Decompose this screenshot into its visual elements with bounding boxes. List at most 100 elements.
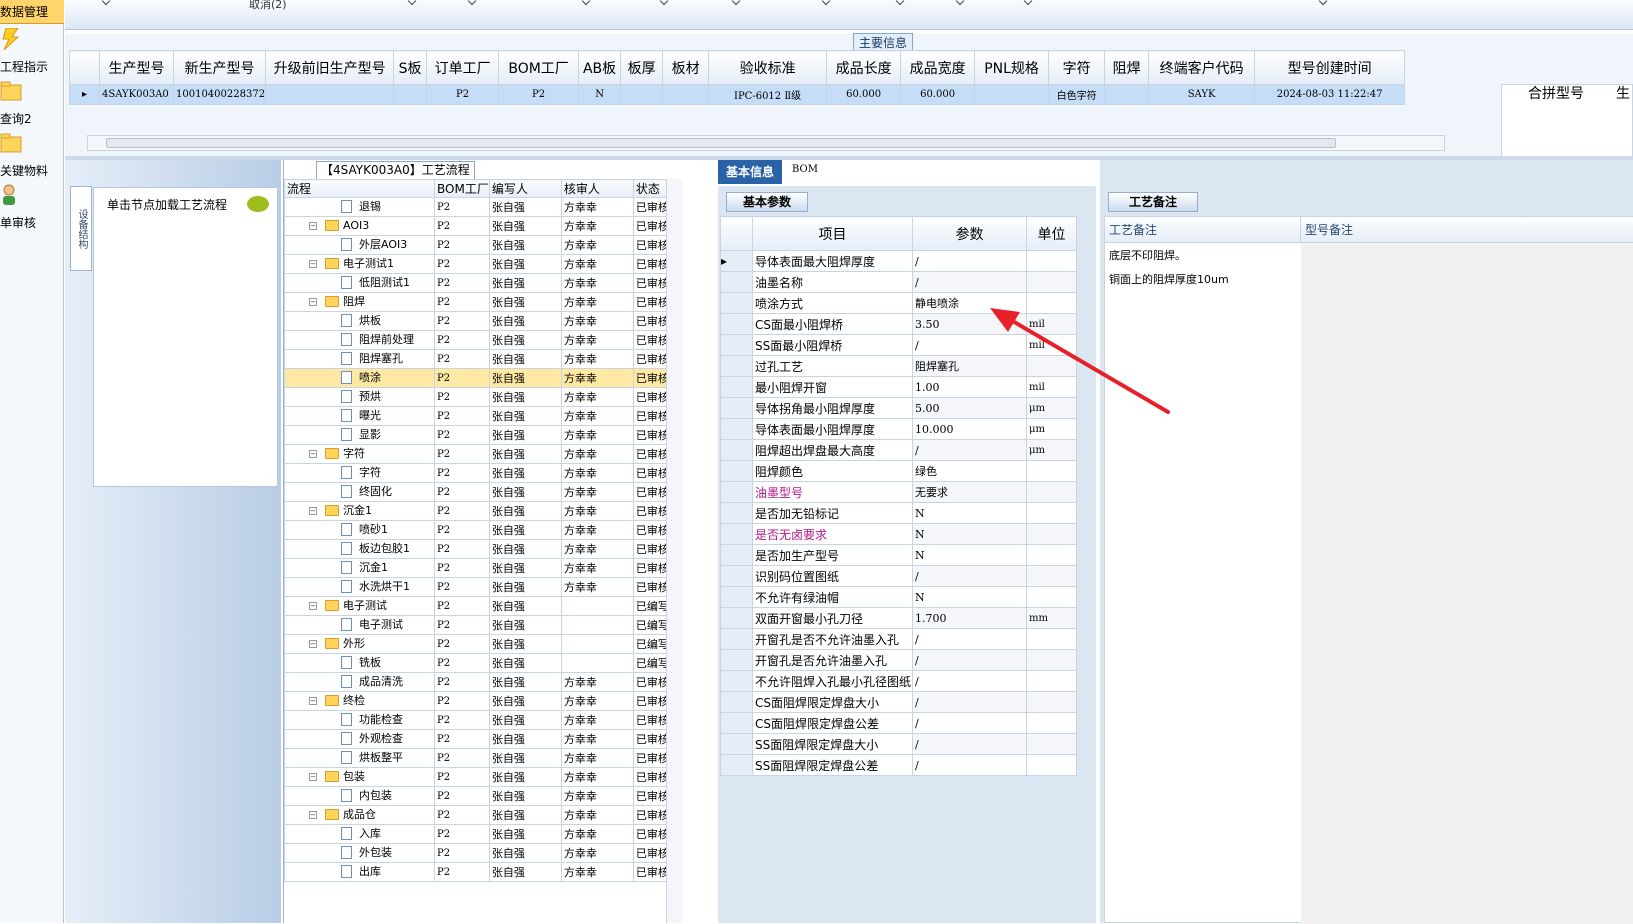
column-header[interactable]: PNL规格 xyxy=(974,50,1050,85)
table-cell[interactable] xyxy=(662,84,710,105)
row-indicator[interactable] xyxy=(720,376,753,398)
param-name-cell[interactable]: 开窗孔是否允许油墨入孔 xyxy=(752,649,913,671)
table-row[interactable]: 是否加生产型号 N xyxy=(720,544,1077,566)
expand-toggle-icon[interactable]: − xyxy=(309,450,317,458)
table-cell[interactable]: 张自强 xyxy=(488,558,562,578)
table-cell[interactable]: 已审核 xyxy=(632,425,670,445)
vertical-scrollbar[interactable] xyxy=(666,179,682,923)
param-name-cell[interactable]: 喷涂方式 xyxy=(752,292,913,314)
row-indicator[interactable]: ▸ xyxy=(720,250,753,272)
table-cell[interactable]: 已编写 xyxy=(632,615,670,635)
column-header[interactable]: 工艺备注 xyxy=(1105,217,1301,243)
flow-node-label[interactable]: 出库 xyxy=(359,864,381,881)
table-cell[interactable]: 张自强 xyxy=(488,482,562,502)
table-cell[interactable]: 方幸幸 xyxy=(560,444,634,464)
table-cell[interactable]: 已审核 xyxy=(632,216,670,236)
column-header[interactable]: 编写人 xyxy=(488,179,562,198)
table-row[interactable]: 导体表面最小阻焊厚度 10.000 μm xyxy=(720,418,1077,440)
param-value-cell[interactable]: N xyxy=(912,523,1027,545)
table-row[interactable]: 铣板 P2 张自强 已编写 xyxy=(284,653,670,673)
column-header[interactable]: BOM工厂 xyxy=(498,50,580,85)
table-row[interactable]: − 电子测试1 P2 张自强 方幸幸 已审核 xyxy=(284,254,670,274)
flow-node[interactable]: 字符 xyxy=(284,463,435,483)
table-cell[interactable]: P2 xyxy=(434,368,490,388)
chevron-down-icon[interactable] xyxy=(1023,0,1033,6)
flow-node-label[interactable]: 字符 xyxy=(343,446,365,463)
column-header[interactable]: 订单工厂 xyxy=(426,50,500,85)
param-unit-cell[interactable] xyxy=(1026,544,1077,566)
nav-item-process-instruction[interactable]: 工程指示 xyxy=(0,28,64,80)
table-cell[interactable]: P2 xyxy=(434,501,490,521)
table-cell[interactable]: 已审核 xyxy=(632,292,670,312)
table-cell[interactable] xyxy=(393,84,428,105)
flow-node-label[interactable]: 低阻测试1 xyxy=(359,275,410,292)
table-cell[interactable]: P2 xyxy=(434,292,490,312)
table-cell[interactable]: 方幸幸 xyxy=(560,482,634,502)
flow-node-label[interactable]: 包装 xyxy=(343,769,365,786)
table-cell[interactable]: P2 xyxy=(434,216,490,236)
flow-node[interactable]: 显影 xyxy=(284,425,435,445)
flow-node[interactable]: − AOI3 xyxy=(284,216,435,236)
table-row[interactable]: 沉金1 P2 张自强 方幸幸 已审核 xyxy=(284,558,670,578)
nav-item-review[interactable]: 单审核 xyxy=(0,184,64,236)
table-row[interactable]: 喷砂1 P2 张自强 方幸幸 已审核 xyxy=(284,520,670,540)
table-row[interactable]: 预烘 P2 张自强 方幸幸 已审核 xyxy=(284,387,670,407)
table-cell[interactable]: P2 xyxy=(434,463,490,483)
table-cell[interactable]: 方幸幸 xyxy=(560,292,634,312)
table-cell[interactable] xyxy=(265,84,395,105)
table-row[interactable]: 不允许有绿油帽 N xyxy=(720,586,1077,608)
model-notes-area[interactable] xyxy=(1301,243,1633,924)
table-cell[interactable]: P2 xyxy=(434,843,490,863)
flow-node-label[interactable]: 字符 xyxy=(359,465,381,482)
table-cell[interactable]: 方幸幸 xyxy=(560,254,634,274)
table-cell[interactable]: 张自强 xyxy=(488,539,562,559)
chevron-down-icon[interactable] xyxy=(407,0,417,6)
flow-node-label[interactable]: 烘板 xyxy=(359,313,381,330)
param-value-cell[interactable]: / xyxy=(912,733,1027,755)
param-name-cell[interactable]: 双面开窗最小孔刀径 xyxy=(752,607,913,629)
param-value-cell[interactable]: / xyxy=(912,670,1027,692)
param-name-cell[interactable]: 导体表面最大阻焊厚度 xyxy=(752,250,913,272)
table-cell[interactable]: 已审核 xyxy=(632,520,670,540)
flow-node-label[interactable]: 铣板 xyxy=(359,655,381,672)
flow-node[interactable]: 烘板整平 xyxy=(284,748,435,768)
row-indicator[interactable] xyxy=(720,292,753,314)
param-name-cell[interactable]: 是否加无铅标记 xyxy=(752,502,913,524)
table-cell[interactable]: P2 xyxy=(434,482,490,502)
column-header[interactable]: AB板 xyxy=(578,50,622,85)
table-cell[interactable]: 已审核 xyxy=(632,406,670,426)
table-cell[interactable]: 方幸幸 xyxy=(560,748,634,768)
param-name-cell[interactable]: 识别码位置图纸 xyxy=(752,565,913,587)
flow-node-label[interactable]: 外包装 xyxy=(359,845,392,862)
chevron-down-icon[interactable] xyxy=(659,0,669,6)
table-cell[interactable] xyxy=(974,84,1050,105)
table-cell[interactable]: 方幸幸 xyxy=(560,729,634,749)
table-cell[interactable]: 张自强 xyxy=(488,691,562,711)
row-indicator[interactable] xyxy=(720,418,753,440)
table-row[interactable]: CS面阻焊限定焊盘公差 / xyxy=(720,712,1077,734)
param-unit-cell[interactable] xyxy=(1026,754,1077,776)
row-indicator[interactable] xyxy=(720,523,753,545)
flow-node[interactable]: 外包装 xyxy=(284,843,435,863)
flow-node-label[interactable]: 外形 xyxy=(343,636,365,653)
flow-node-label[interactable]: 内包装 xyxy=(359,788,392,805)
expand-toggle-icon[interactable]: − xyxy=(309,260,317,268)
table-cell[interactable]: 已审核 xyxy=(632,748,670,768)
table-cell[interactable]: P2 xyxy=(434,862,490,882)
table-cell[interactable]: 已审核 xyxy=(632,843,670,863)
param-unit-cell[interactable] xyxy=(1026,565,1077,587)
table-cell[interactable]: 张自强 xyxy=(488,672,562,692)
table-row[interactable]: ▸ 4SAYK003A0 10010400228372 P2 P2 N IPC-… xyxy=(69,84,1406,105)
table-cell[interactable]: 方幸幸 xyxy=(560,786,634,806)
param-value-cell[interactable]: 10.000 xyxy=(912,418,1027,440)
flow-node-label[interactable]: 外层AOI3 xyxy=(359,237,407,254)
flow-node[interactable]: − 沉金1 xyxy=(284,501,435,521)
table-cell[interactable] xyxy=(560,615,634,635)
table-cell[interactable]: P2 xyxy=(434,824,490,844)
table-cell[interactable]: 张自强 xyxy=(488,254,562,274)
flow-node-label[interactable]: 阻焊前处理 xyxy=(359,332,414,349)
flow-node[interactable]: 曝光 xyxy=(284,406,435,426)
column-header[interactable]: 生产型号 xyxy=(99,50,174,85)
column-header[interactable]: 状态 xyxy=(632,179,670,198)
table-cell[interactable]: P2 xyxy=(434,330,490,350)
